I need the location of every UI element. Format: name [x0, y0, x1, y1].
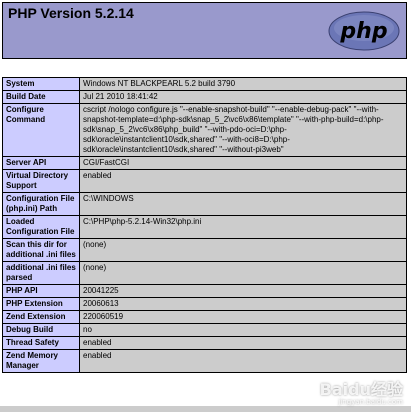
- info-row: PHP API 20041225: [2, 284, 407, 298]
- info-row: Virtual Directory Support enabled: [2, 169, 407, 193]
- info-row: Zend Extension 220060519: [2, 310, 407, 324]
- info-key: Build Date: [2, 90, 80, 104]
- page-title: PHP Version 5.2.14: [8, 5, 134, 21]
- info-key: additional .ini files parsed: [2, 261, 80, 285]
- info-row: Loaded Configuration File C:\PHP\php-5.2.…: [2, 215, 407, 239]
- info-row: additional .ini files parsed (none): [2, 261, 407, 285]
- info-key: Configure Command: [2, 103, 80, 157]
- info-value: cscript /nologo configure.js "--enable-s…: [79, 103, 407, 157]
- info-value: 220060519: [79, 310, 407, 324]
- info-value: 20041225: [79, 284, 407, 298]
- info-key: Thread Safety: [2, 336, 80, 350]
- info-value: CGI/FastCGI: [79, 156, 407, 170]
- info-value: (none): [79, 261, 407, 285]
- info-value: enabled: [79, 349, 407, 373]
- baidu-watermark: Baidu经验 jingyan.baidu.com: [320, 376, 403, 406]
- info-row: PHP Extension 20060613: [2, 297, 407, 311]
- info-key: PHP API: [2, 284, 80, 298]
- php-logo: php: [328, 11, 400, 51]
- info-key: Zend Extension: [2, 310, 80, 324]
- info-value: enabled: [79, 336, 407, 350]
- info-row: Thread Safety enabled: [2, 336, 407, 350]
- info-value: 20060613: [79, 297, 407, 311]
- info-key: Scan this dir for additional .ini files: [2, 238, 80, 262]
- info-value: Windows NT BLACKPEARL 5.2 build 3790: [79, 77, 407, 91]
- info-value: C:\PHP\php-5.2.14-Win32\php.ini: [79, 215, 407, 239]
- info-value: C:\WINDOWS: [79, 192, 407, 216]
- info-key: Server API: [2, 156, 80, 170]
- info-row: Scan this dir for additional .ini files(…: [2, 238, 407, 262]
- watermark-sub: jingyan.baidu.com: [338, 398, 403, 406]
- info-value: enabled: [79, 169, 407, 193]
- info-key: Configuration File (php.ini) Path: [2, 192, 80, 216]
- watermark-main: Baidu经验: [319, 380, 403, 399]
- info-key: PHP Extension: [2, 297, 80, 311]
- info-key: Loaded Configuration File: [2, 215, 80, 239]
- php-logo-text: php: [339, 19, 387, 44]
- info-row: Debug Build no: [2, 323, 407, 337]
- info-key: Debug Build: [2, 323, 80, 337]
- info-row: System Windows NT BLACKPEARL 5.2 build 37…: [2, 77, 407, 91]
- php-version-header: PHP Version 5.2.14 php: [2, 2, 407, 59]
- info-key: Virtual Directory Support: [2, 169, 80, 193]
- php-info-table: System Windows NT BLACKPEARL 5.2 build 37…: [2, 77, 407, 373]
- info-row: Build Date Jul 21 2010 18:41:42: [2, 90, 407, 104]
- info-value: Jul 21 2010 18:41:42: [79, 90, 407, 104]
- bottom-edge: [0, 406, 411, 412]
- info-value: (none): [79, 238, 407, 262]
- info-row: Configuration File (php.ini) Path C:\WIND…: [2, 192, 407, 216]
- info-row: Server API CGI/FastCGI: [2, 156, 407, 170]
- info-key: Zend Memory Manager: [2, 349, 80, 373]
- info-value: no: [79, 323, 407, 337]
- info-key: System: [2, 77, 80, 91]
- info-row: Configure Command cscript /nologo configu…: [2, 103, 407, 157]
- info-row: Zend Memory Manager enabled: [2, 349, 407, 373]
